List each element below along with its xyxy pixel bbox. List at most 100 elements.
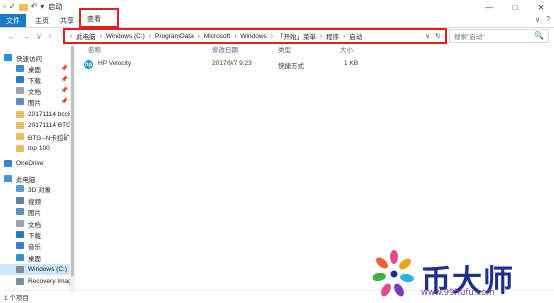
sidebar-item-label: Recovery Imag <box>28 278 72 285</box>
sidebar-item[interactable]: 文档 <box>0 218 75 229</box>
window-controls: — □ ✕ <box>476 0 554 14</box>
download-icon <box>16 76 24 83</box>
address-separator-icon[interactable]: › <box>149 33 151 40</box>
download-icon <box>16 231 24 238</box>
column-header-name[interactable]: 名称 <box>88 44 101 54</box>
breadcrumb-item[interactable]: Microsoft <box>204 33 230 40</box>
pin-icon: 📌 <box>60 88 68 94</box>
chevron-down-icon[interactable]: ▾ <box>40 2 44 12</box>
address-separator-icon[interactable]: › <box>198 33 200 40</box>
breadcrumb-item[interactable]: 「开始」菜单 <box>277 31 316 41</box>
sidebar-item[interactable]: 文档 📌 <box>0 85 75 96</box>
column-header-size[interactable]: 大小 <box>340 44 353 54</box>
tab-share[interactable]: 共享 <box>57 14 77 27</box>
folder-icon <box>16 133 24 140</box>
sidebar-item[interactable]: 视频 <box>0 195 75 206</box>
sidebar-item-label: 20171114 bcc8 <box>28 111 72 118</box>
picture-icon <box>16 98 24 105</box>
video-icon <box>16 197 24 204</box>
sidebar-item-label: Windows (C:) <box>28 266 68 273</box>
breadcrumb-item[interactable]: 此电脑 <box>76 31 96 41</box>
sidebar-item[interactable]: Windows (C:) <box>0 264 75 275</box>
pin-icon: 📌 <box>60 99 68 105</box>
sidebar-item[interactable]: 20171114 bcc8 <box>0 109 75 120</box>
breadcrumb-item[interactable]: 程序 <box>326 31 339 41</box>
collapse-ribbon-button[interactable]: ∨ <box>535 16 540 24</box>
breadcrumb-item[interactable]: Windows (C:) <box>106 33 145 40</box>
sidebar-item[interactable]: top 100 <box>0 143 75 154</box>
address-history-button[interactable]: ∨ <box>425 32 430 40</box>
folder-icon <box>16 145 24 152</box>
address-separator-icon[interactable]: › <box>100 33 102 40</box>
address-separator-icon[interactable]: › <box>70 33 72 40</box>
sidebar-item[interactable]: 桌面 📌 <box>0 63 75 74</box>
sidebar-item-label: 下载 <box>28 77 41 85</box>
sidebar-item-label: 20171114 BTG- <box>28 122 74 129</box>
sidebar-item[interactable]: 图片 📌 <box>0 96 75 107</box>
hp-icon: hp <box>84 60 93 69</box>
document-icon <box>16 220 24 227</box>
tab-view[interactable]: 查看 <box>79 8 119 28</box>
sidebar-item[interactable]: 下载 <box>0 229 75 240</box>
breadcrumb-item[interactable]: 启动 <box>349 31 362 41</box>
back-button[interactable]: ← <box>8 32 16 41</box>
window-title: 启动 <box>48 4 63 11</box>
ribbon-controls: ∨ ? <box>535 16 550 24</box>
scrollbar-thumb[interactable] <box>71 46 74 276</box>
navigation-bar: ← → ∨ ↑ › 此电脑 › Windows (C:) › ProgramData › Mi… <box>0 28 554 44</box>
file-name[interactable]: HP Velocity <box>98 60 131 67</box>
minimize-button[interactable]: — <box>476 0 502 14</box>
pin-icon: 📌 <box>60 66 68 72</box>
address-separator-icon[interactable]: › <box>343 33 345 40</box>
sidebar-item-label: 图片 <box>28 99 41 107</box>
sidebar-item[interactable]: 20171114 BTG- <box>0 120 75 131</box>
sidebar-item[interactable]: 下载 📌 <box>0 74 75 85</box>
search-placeholder: 搜索"启动" <box>454 34 485 41</box>
sidebar-item[interactable]: 图片 <box>0 206 75 217</box>
address-separator-icon[interactable]: › <box>320 33 322 40</box>
sidebar-item-label: 此电脑 <box>16 176 36 184</box>
sidebar-item-label: OneDrive <box>16 160 44 167</box>
quick-access-toolbar: ▫ ✓ ↶ ▾ <box>0 2 44 12</box>
recent-locations-button[interactable]: ∨ <box>36 32 42 41</box>
sidebar-item-label: 文档 <box>28 221 41 229</box>
sidebar-item[interactable]: 桌面 <box>0 252 75 263</box>
sidebar-item[interactable]: Recovery Imag <box>0 276 75 287</box>
column-header-modified[interactable]: 修改日期 <box>212 44 238 54</box>
watermark-logo-icon <box>373 250 414 297</box>
folder-icon[interactable] <box>18 3 28 11</box>
refresh-button[interactable]: ↻ <box>435 32 441 40</box>
tab-home[interactable]: 主页 <box>30 14 54 27</box>
watermark-url: www.99hufu.com <box>421 288 495 298</box>
up-button[interactable]: ↑ <box>48 32 52 41</box>
address-separator-icon[interactable]: › <box>271 33 273 40</box>
search-input[interactable]: 搜索"启动" 🔍 <box>449 29 549 43</box>
maximize-button[interactable]: □ <box>502 0 528 14</box>
ribbon: 文件 主页 共享 查看 ∨ ? <box>0 8 554 28</box>
sidebar-item-label: 下载 <box>28 232 41 240</box>
breadcrumb-item[interactable]: ProgramData <box>155 33 194 40</box>
sidebar-item-label: 视频 <box>28 198 41 206</box>
desktop-icon <box>16 254 24 261</box>
sidebar-item[interactable]: 音乐 <box>0 240 75 251</box>
sidebar-item-label: 快速访问 <box>16 55 42 63</box>
sidebar-item[interactable]: BTG--N卡控矿 <box>0 131 75 142</box>
address-separator-icon[interactable]: › <box>234 33 236 40</box>
check-icon[interactable]: ✓ <box>9 2 16 12</box>
breadcrumb-item[interactable]: Windows <box>240 33 266 40</box>
address-bar[interactable]: › 此电脑 › Windows (C:) › ProgramData › Microsoft ›… <box>63 28 447 44</box>
help-button[interactable]: ? <box>546 16 550 24</box>
save-icon[interactable]: ▫ <box>3 2 6 12</box>
tab-file[interactable]: 文件 <box>0 14 26 27</box>
sidebar-item[interactable]: 3D 对象 <box>0 183 75 194</box>
undo-icon[interactable]: ↶ <box>31 2 38 12</box>
close-button[interactable]: ✕ <box>528 0 554 14</box>
sidebar-item-label: 音乐 <box>28 243 41 251</box>
sidebar-item[interactable]: 快速访问 <box>0 52 75 63</box>
sidebar-item[interactable]: OneDrive <box>0 158 75 169</box>
column-header-type[interactable]: 类型 <box>278 44 291 54</box>
desktop-icon <box>16 65 24 72</box>
sidebar-scrollbar[interactable] <box>70 46 75 291</box>
forward-button[interactable]: → <box>22 32 30 41</box>
file-modified: 2017/9/7 9:23 <box>212 60 252 67</box>
